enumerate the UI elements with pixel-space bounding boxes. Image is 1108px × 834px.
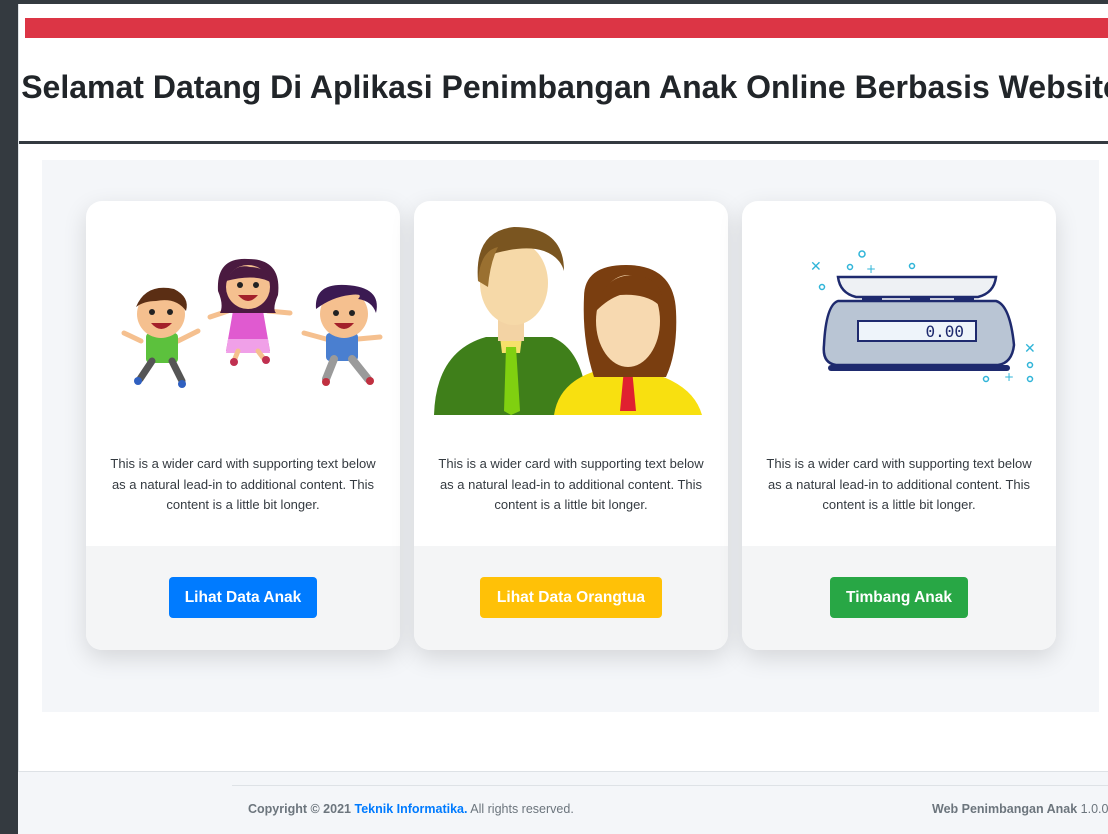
card-footer: Lihat Data Orangtua — [414, 546, 728, 650]
version-number: 1.0.0 — [1080, 802, 1108, 816]
lihat-data-orangtua-button[interactable]: Lihat Data Orangtua — [480, 577, 662, 618]
accent-bar — [25, 18, 1108, 38]
card-footer: Timbang Anak — [742, 546, 1056, 650]
parents-illustration-icon — [414, 201, 728, 441]
card-text: This is a wider card with supporting tex… — [438, 456, 704, 512]
card-data-orangtua: This is a wider card with supporting tex… — [414, 201, 728, 650]
lihat-data-anak-button[interactable]: Lihat Data Anak — [169, 577, 317, 618]
svg-text:✕: ✕ — [1024, 341, 1036, 357]
copyright-text: Copyright © 2021 — [248, 802, 351, 816]
svg-text:✕: ✕ — [810, 259, 822, 275]
timbang-anak-button[interactable]: Timbang Anak — [830, 577, 968, 618]
scale-display-value: 0.00 — [925, 322, 964, 341]
card-data-anak: This is a wider card with supporting tex… — [86, 201, 400, 650]
card-text: This is a wider card with supporting tex… — [110, 456, 376, 512]
svg-text:+: + — [866, 262, 876, 276]
scale-illustration-icon: ✕ + ✕ + 0.00 — [742, 201, 1056, 441]
card-footer: Lihat Data Anak — [86, 546, 400, 650]
card-text: This is a wider card with supporting tex… — [766, 456, 1032, 512]
footer-copyright: Copyright © 2021 Teknik Informatika. All… — [248, 802, 574, 816]
sidebar-edge — [0, 0, 18, 834]
header: Selamat Datang Di Aplikasi Penimbangan A… — [19, 38, 1108, 144]
main-panel: Selamat Datang Di Aplikasi Penimbangan A… — [18, 4, 1108, 772]
page-title: Selamat Datang Di Aplikasi Penimbangan A… — [21, 69, 1108, 105]
rights-text: All rights reserved. — [470, 802, 574, 816]
teknik-informatika-link[interactable]: Teknik Informatika. — [354, 802, 467, 816]
card-timbang-anak: ✕ + ✕ + 0.00 This is a wider card with s… — [742, 201, 1056, 650]
children-illustration-icon — [86, 201, 400, 441]
card-deck: This is a wider card with supporting tex… — [42, 160, 1099, 712]
svg-text:+: + — [1004, 370, 1014, 384]
app-name: Web Penimbangan Anak — [932, 802, 1078, 816]
footer-version: Web Penimbangan Anak 1.0.0 — [932, 802, 1108, 816]
footer-divider — [232, 785, 1108, 786]
